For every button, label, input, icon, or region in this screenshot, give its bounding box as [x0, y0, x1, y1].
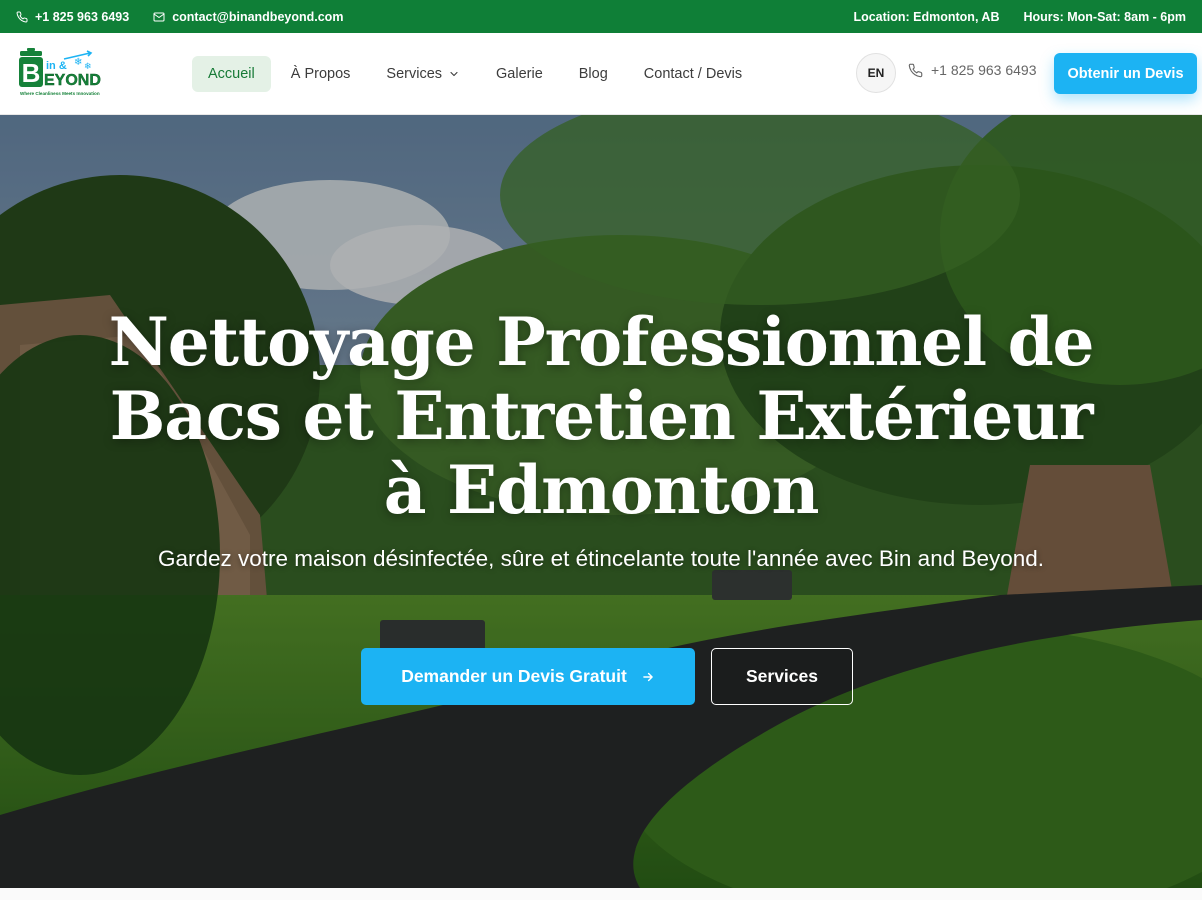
top-hours: Hours: Mon-Sat: 8am - 6pm: [1023, 9, 1186, 24]
nav-item-label: Blog: [578, 66, 608, 82]
nav-item-label: Contact / Devis: [643, 66, 743, 82]
page-bottom-strip: [0, 888, 1202, 900]
top-phone-link[interactable]: +1 825 963 6493: [16, 10, 129, 24]
top-email-text: contact@binandbeyond.com: [172, 9, 344, 24]
logo-word-top: in &: [46, 60, 67, 72]
nav-item-label: Accueil: [208, 66, 255, 82]
site-logo[interactable]: B in & ❄ ❄ EYOND Where Cleanliness Meets…: [16, 45, 112, 101]
top-email-link[interactable]: contact@binandbeyond.com: [153, 10, 343, 24]
header-phone-text: +1 825 963 6493: [931, 62, 1037, 78]
svg-text:❄: ❄: [84, 62, 92, 72]
nav-item-contact-devis[interactable]: Contact / Devis: [628, 56, 758, 92]
main-nav: Accueil À Propos Services Galerie Blog C…: [192, 56, 758, 92]
nav-item-label: Services: [386, 66, 443, 82]
top-location: Location: Edmonton, AB: [853, 9, 1000, 24]
nav-item-galerie[interactable]: Galerie: [480, 56, 559, 92]
logo-tagline: Where Cleanliness Meets Innovation: [20, 91, 100, 96]
hero-section: Nettoyage Professionnel de Bacs et Entre…: [0, 115, 1202, 888]
svg-text:❄: ❄: [74, 57, 82, 68]
top-phone-text: +1 825 963 6493: [35, 9, 130, 24]
nav-item-label: À Propos: [290, 66, 351, 82]
request-free-quote-label: Demander un Devis Gratuit: [401, 666, 627, 686]
logo-word-bottom: EYOND: [44, 72, 101, 89]
mail-icon: [153, 12, 165, 21]
hero-title: Nettoyage Professionnel de Bacs et Entre…: [108, 303, 1095, 529]
arrow-right-icon: [643, 672, 653, 681]
top-info-group: Location: Edmonton, AB Hours: Mon-Sat: 8…: [853, 10, 1186, 24]
top-contact-group: +1 825 963 6493 contact@binandbeyond.com: [16, 10, 343, 24]
language-toggle-button[interactable]: EN: [856, 53, 896, 93]
hero-subtitle: Gardez votre maison désinfectée, sûre et…: [157, 546, 1045, 571]
nav-item-blog[interactable]: Blog: [563, 56, 624, 92]
header-phone-link[interactable]: +1 825 963 6493: [908, 62, 1037, 78]
bin-and-beyond-logo-icon: B in & ❄ ❄ EYOND Where Cleanliness Meets…: [19, 48, 101, 96]
phone-icon: [16, 10, 28, 22]
nav-item-a-propos[interactable]: À Propos: [275, 56, 367, 92]
chevron-down-icon: [450, 71, 458, 77]
phone-icon: [908, 63, 923, 77]
nav-item-accueil[interactable]: Accueil: [192, 56, 271, 92]
nav-item-label: Galerie: [496, 66, 543, 82]
logo-letter: B: [22, 58, 41, 88]
services-button[interactable]: Services: [711, 648, 853, 705]
top-info-bar: +1 825 963 6493 contact@binandbeyond.com…: [0, 0, 1202, 33]
main-header: B in & ❄ ❄ EYOND Where Cleanliness Meets…: [0, 33, 1202, 115]
get-quote-button[interactable]: Obtenir un Devis: [1054, 53, 1197, 94]
request-free-quote-button[interactable]: Demander un Devis Gratuit: [361, 648, 695, 705]
nav-item-services[interactable]: Services: [370, 56, 476, 92]
